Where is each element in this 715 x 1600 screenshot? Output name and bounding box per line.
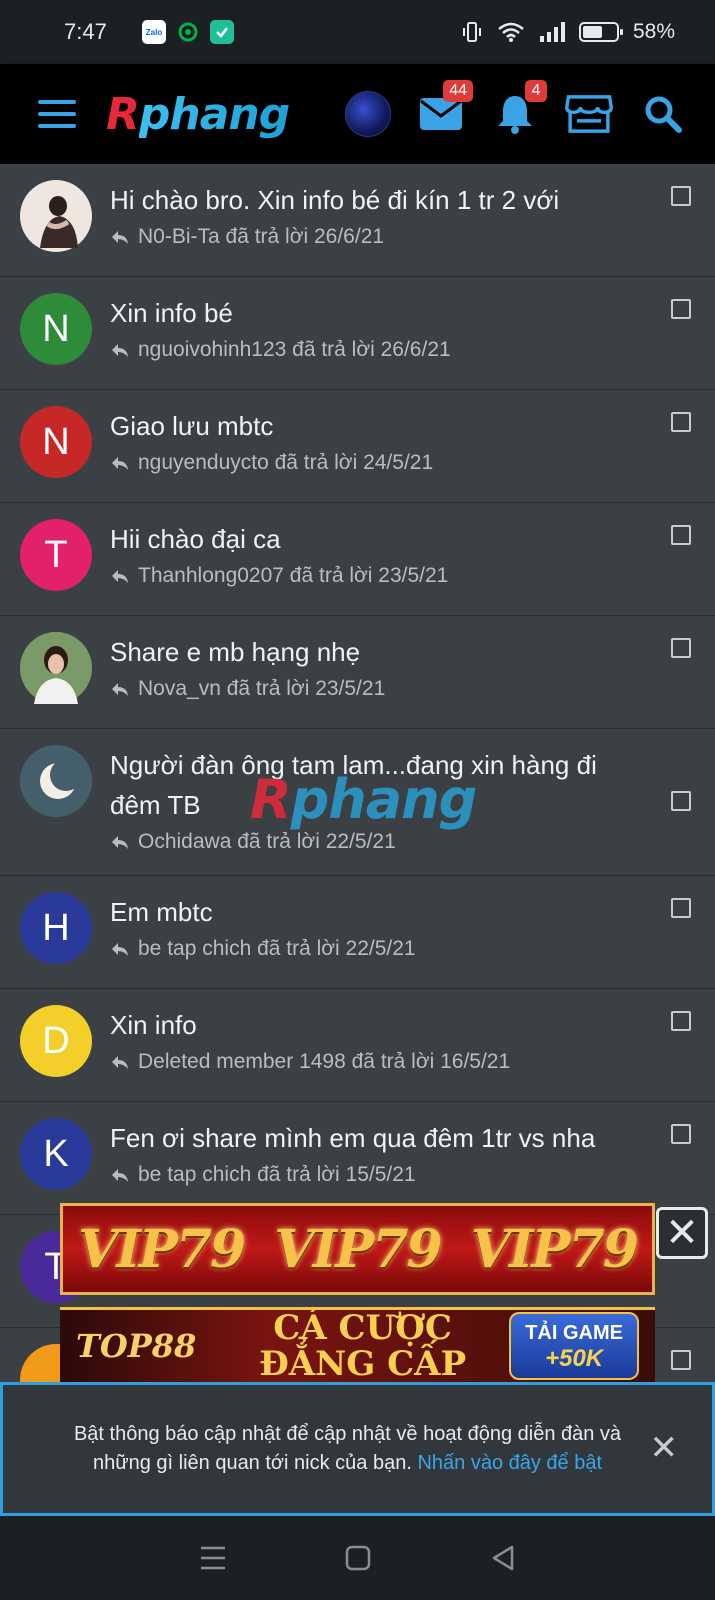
- hamburger-menu-icon[interactable]: [38, 100, 76, 128]
- vip79-ad-banner[interactable]: VIP79 VIP79 VIP79: [60, 1203, 655, 1295]
- list-item[interactable]: N Giao lưu mbtc nguyenduycto đã trả lời …: [0, 390, 715, 503]
- list-item[interactable]: H Em mbtc be tap chich đã trả lời 22/5/2…: [0, 876, 715, 989]
- battery-icon: [578, 22, 623, 42]
- conversation-meta: be tap chich đã trả lời 15/5/21: [138, 1163, 416, 1186]
- list-item[interactable]: D Xin info Deleted member 1498 đã trả lờ…: [0, 989, 715, 1102]
- conversation-meta: nguoivohinh123 đã trả lời 26/6/21: [138, 338, 451, 361]
- reply-icon: [112, 683, 128, 696]
- select-checkbox[interactable]: [671, 412, 691, 432]
- vibrate-icon: [462, 22, 481, 42]
- conversation-meta: Ochidawa đã trả lời 22/5/21: [138, 830, 396, 853]
- search-icon: [645, 96, 682, 133]
- conversation-meta: nguyenduycto đã trả lời 24/5/21: [138, 451, 434, 474]
- list-item[interactable]: T Hii chào đại ca Thanhlong0207 đã trả l…: [0, 503, 715, 616]
- avatar: [20, 632, 92, 704]
- ad-headline: CÁ CƯỢC ĐẲNG CẤP: [259, 1308, 467, 1382]
- enable-notifications-link[interactable]: Nhấn vào đây để bật: [417, 1452, 602, 1474]
- conversation-meta: Nova_vn đã trả lời 23/5/21: [138, 677, 386, 700]
- ad-text: VIP79: [274, 1218, 442, 1280]
- close-icon: ✕: [665, 1211, 699, 1255]
- reply-icon: [112, 1056, 128, 1069]
- messages-button[interactable]: 44: [417, 80, 473, 138]
- avatar: K: [20, 1118, 92, 1190]
- conversation-title[interactable]: Hi chào bro. Xin info bé đi kín 1 tr 2 v…: [110, 180, 635, 220]
- conversation-title[interactable]: Giao lưu mbtc: [110, 406, 635, 446]
- notification-message: Bật thông báo cập nhật để cập nhật về ho…: [73, 1423, 622, 1474]
- push-notification-prompt: Bật thông báo cập nhật để cập nhật về ho…: [0, 1382, 715, 1516]
- status-time: 7:47: [64, 19, 107, 44]
- ad-text: VIP79: [470, 1218, 639, 1280]
- conversation-meta: N0-Bi-Ta đã trả lời 26/6/21: [138, 225, 385, 248]
- status-bar: 7:47 Zalo 58%: [0, 0, 715, 64]
- conversation-title[interactable]: Xin info bé: [110, 293, 635, 333]
- reply-icon: [112, 457, 128, 470]
- wifi-icon: [498, 22, 524, 42]
- conversation-meta: be tap chich đã trả lời 22/5/21: [138, 937, 416, 960]
- reply-icon: [112, 1169, 128, 1182]
- top88-ad-banner[interactable]: TOP88 CÁ CƯỢC ĐẲNG CẤP TẢI GAME +50K: [60, 1307, 655, 1382]
- recent-apps-icon[interactable]: [199, 1545, 227, 1571]
- select-checkbox[interactable]: [671, 525, 691, 545]
- avatar: H: [20, 892, 92, 964]
- list-item[interactable]: N Xin info bé nguoivohinh123 đã trả lời …: [0, 277, 715, 390]
- select-checkbox[interactable]: [671, 638, 691, 658]
- signal-icon: [539, 22, 565, 42]
- shop-button[interactable]: [565, 90, 613, 138]
- conversation-title[interactable]: Fen ơi share mình em qua đêm 1tr vs nha: [110, 1118, 635, 1158]
- status-app-icons: Zalo: [142, 20, 234, 44]
- select-checkbox[interactable]: [671, 186, 691, 206]
- list-item[interactable]: Hi chào bro. Xin info bé đi kín 1 tr 2 v…: [0, 164, 715, 277]
- select-checkbox[interactable]: [671, 1350, 691, 1370]
- conversation-meta: Deleted member 1498 đã trả lời 16/5/21: [138, 1050, 511, 1073]
- avatar: D: [20, 1005, 92, 1077]
- reply-icon: [112, 570, 128, 583]
- alerts-badge: 4: [525, 80, 547, 102]
- battery-percent: 58%: [632, 20, 675, 43]
- reply-icon: [112, 231, 128, 244]
- avatar: [20, 180, 92, 252]
- avatar: N: [20, 406, 92, 478]
- conversation-title[interactable]: Hii chào đại ca: [110, 519, 635, 559]
- conversation-meta: Thanhlong0207 đã trả lời 23/5/21: [138, 564, 449, 587]
- list-item[interactable]: Share e mb hạng nhẹ Nova_vn đã trả lời 2…: [0, 616, 715, 729]
- grab-icon: [176, 20, 200, 44]
- ad-download-button[interactable]: TẢI GAME +50K: [509, 1312, 639, 1380]
- ad-text: VIP79: [78, 1218, 246, 1280]
- ad-close-button[interactable]: ✕: [656, 1207, 708, 1259]
- site-watermark: Rphang: [250, 768, 477, 831]
- user-avatar[interactable]: [345, 91, 391, 137]
- select-checkbox[interactable]: [671, 1124, 691, 1144]
- back-icon[interactable]: [490, 1544, 516, 1572]
- notification-close-icon[interactable]: ✕: [650, 1431, 679, 1465]
- select-checkbox[interactable]: [671, 299, 691, 319]
- checkmark-app-icon: [210, 20, 234, 44]
- reply-icon: [112, 344, 128, 357]
- avatar: T: [20, 519, 92, 591]
- envelope-icon: [420, 98, 462, 130]
- messages-badge: 44: [443, 80, 473, 102]
- storefront-icon: [565, 95, 613, 133]
- search-button[interactable]: [639, 90, 687, 138]
- select-checkbox[interactable]: [671, 1011, 691, 1031]
- conversation-title[interactable]: Xin info: [110, 1005, 635, 1045]
- conversation-title[interactable]: Em mbtc: [110, 892, 635, 932]
- site-logo[interactable]: Rphang: [106, 89, 290, 140]
- zalo-icon: Zalo: [142, 20, 166, 44]
- reply-icon: [112, 836, 128, 849]
- select-checkbox[interactable]: [671, 791, 691, 811]
- avatar: N: [20, 293, 92, 365]
- reply-icon: [112, 943, 128, 956]
- system-nav-bar: [0, 1516, 715, 1600]
- avatar: [20, 745, 92, 817]
- ad-brand: TOP88: [76, 1327, 197, 1365]
- alerts-button[interactable]: 4: [491, 80, 547, 138]
- conversation-title[interactable]: Share e mb hạng nhẹ: [110, 632, 635, 672]
- list-item[interactable]: K Fen ơi share mình em qua đêm 1tr vs nh…: [0, 1102, 715, 1215]
- select-checkbox[interactable]: [671, 898, 691, 918]
- site-header: Rphang 44 4: [0, 64, 715, 164]
- home-icon[interactable]: [345, 1545, 371, 1571]
